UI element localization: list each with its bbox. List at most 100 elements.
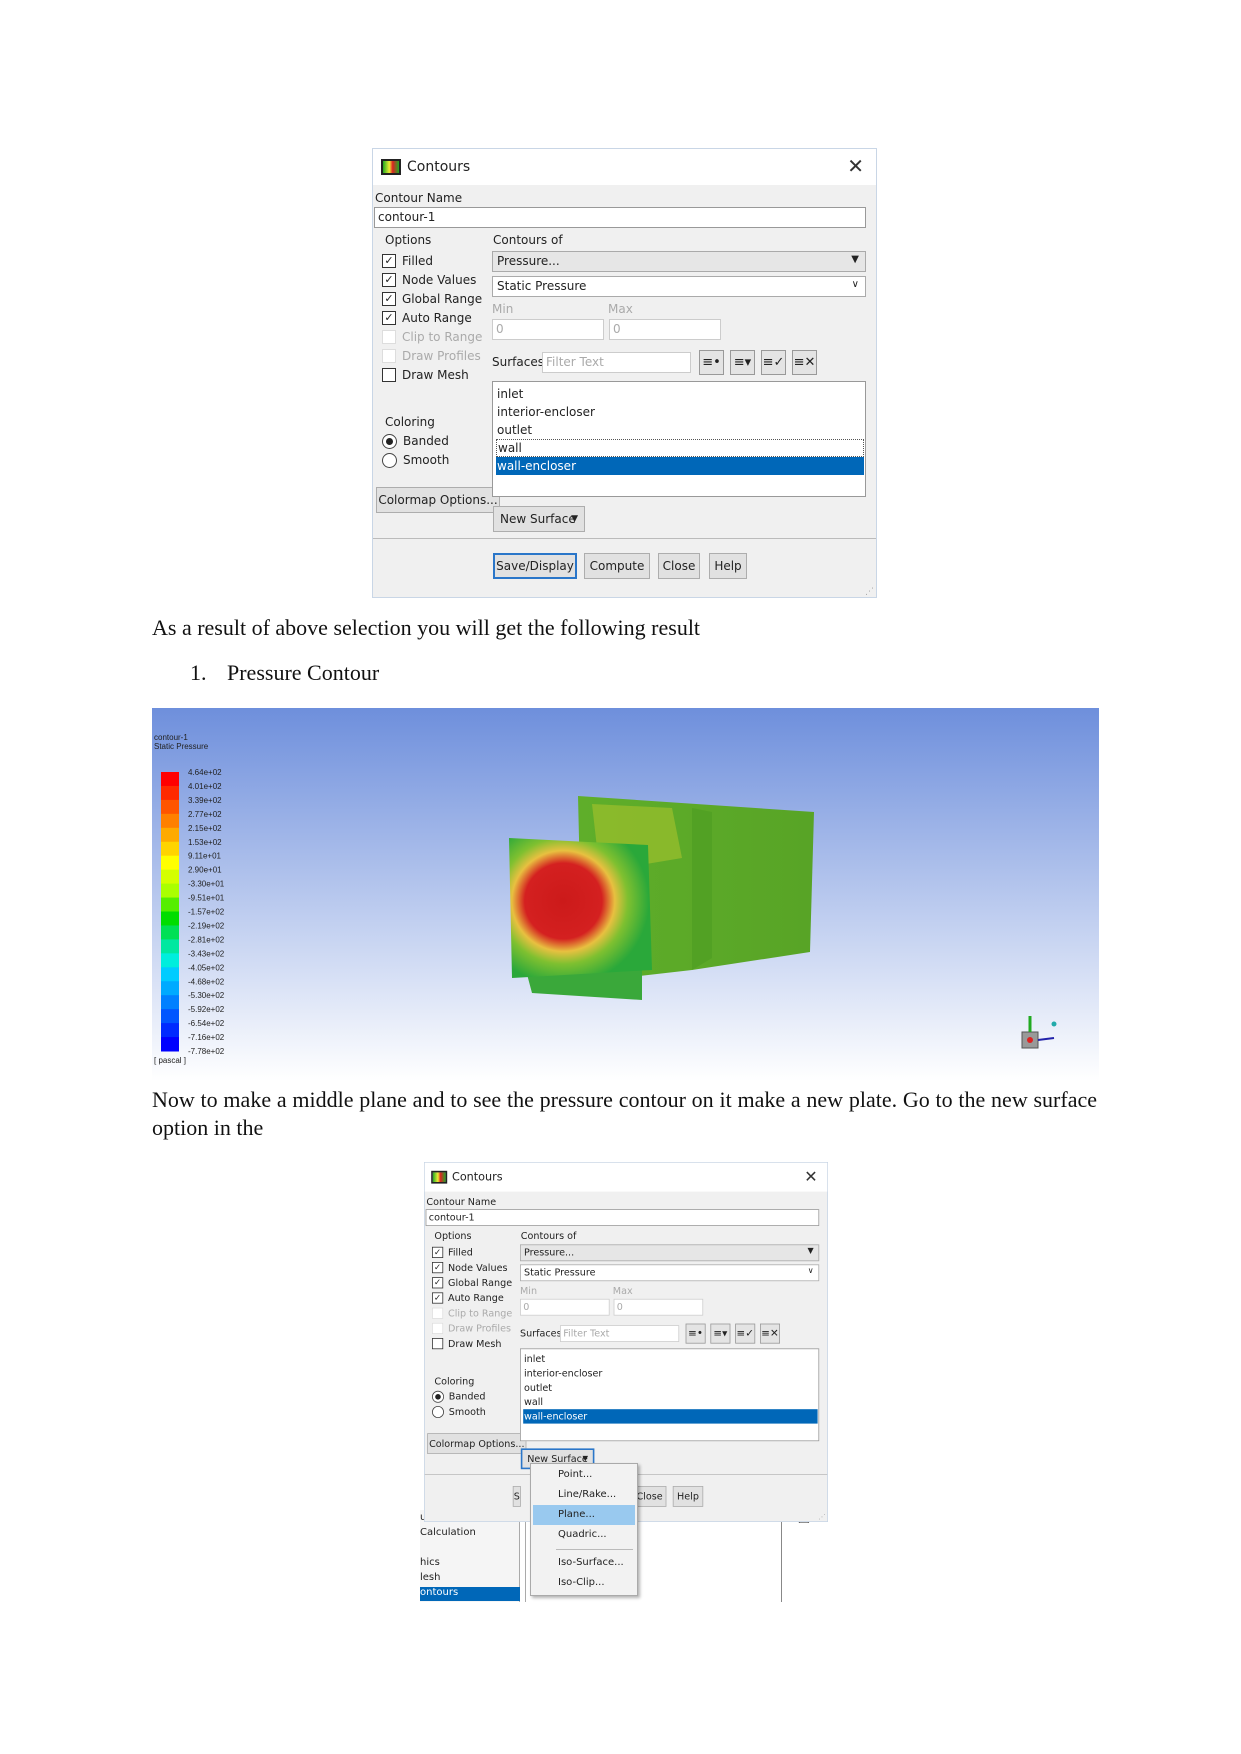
- sub-quantity-dropdown[interactable]: Static Pressure ∨: [492, 276, 866, 297]
- resize-grip-icon[interactable]: ⋰: [865, 587, 874, 597]
- contours-of-dropdown[interactable]: Pressure... ▼: [520, 1244, 820, 1262]
- checkbox-global-range[interactable]: ✓: [432, 1277, 444, 1289]
- checkbox-node-values[interactable]: ✓: [382, 273, 396, 287]
- legend-tick-label: 1.53e+02: [188, 838, 222, 847]
- surface-list-item[interactable]: outlet: [496, 421, 864, 439]
- checkbox-filled[interactable]: ✓: [382, 254, 396, 268]
- radio-smooth[interactable]: [432, 1406, 444, 1418]
- deselect-all-icon[interactable]: ≡✕: [792, 350, 817, 375]
- surfaces-list[interactable]: inlet interior-encloser outlet wall wall-enc…: [492, 381, 866, 497]
- checkbox-filled[interactable]: ✓: [432, 1246, 444, 1258]
- contour-name-input[interactable]: contour-1: [425, 1209, 820, 1226]
- legend-tick-label: -9.51e+01: [188, 894, 225, 903]
- legend-color-band: [161, 897, 179, 912]
- surface-list-item[interactable]: outlet: [523, 1380, 817, 1394]
- legend-tick-label: 2.77e+02: [188, 810, 222, 819]
- body-text-result: As a result of above selection you will …: [152, 615, 701, 640]
- tree-item[interactable]: lesh: [420, 1572, 520, 1586]
- menu-item-isoclip[interactable]: Iso-Clip...: [533, 1573, 635, 1593]
- menu-divider: [556, 1549, 633, 1550]
- surface-list-item[interactable]: interior-encloser: [523, 1366, 817, 1380]
- menu-item-quadric[interactable]: Quadric...: [533, 1525, 635, 1545]
- button-s[interactable]: S: [512, 1486, 521, 1507]
- max-label: Max: [608, 302, 633, 316]
- checkbox-clip-to-range: [432, 1307, 444, 1319]
- colormap-options-button[interactable]: Colormap Options...: [376, 487, 500, 513]
- surface-list-item[interactable]: wall-encloser: [496, 457, 864, 475]
- menu-item-plane[interactable]: Plane...: [533, 1505, 635, 1525]
- button-help[interactable]: Help: [672, 1486, 704, 1507]
- checkbox-label: Draw Profiles: [448, 1322, 511, 1334]
- checkbox-auto-range[interactable]: ✓: [382, 311, 396, 325]
- radio-banded[interactable]: [432, 1390, 444, 1403]
- filter-text-input[interactable]: Filter Text: [542, 352, 691, 373]
- filter-text-input[interactable]: Filter Text: [560, 1325, 680, 1342]
- close-icon[interactable]: ✕: [804, 1168, 817, 1184]
- surface-list-item[interactable]: inlet: [496, 385, 864, 403]
- surface-list-item[interactable]: wall-encloser: [523, 1409, 818, 1424]
- legend-tick-label: -2.19e+02: [188, 921, 225, 930]
- legend-color-band: [161, 967, 179, 982]
- radio-banded[interactable]: [382, 434, 397, 449]
- contours-of-dropdown[interactable]: Pressure... ▼: [492, 251, 866, 272]
- menu-item-linerake[interactable]: Line/Rake...: [533, 1485, 635, 1505]
- legend-color-band: [161, 981, 179, 996]
- contour-name-input[interactable]: contour-1: [374, 207, 866, 228]
- radio-label: Smooth: [403, 453, 450, 467]
- checkbox-auto-range[interactable]: ✓: [432, 1292, 444, 1304]
- contour-name-label: Contour Name: [375, 191, 463, 205]
- new-surface-filter-icon[interactable]: ≡•: [685, 1323, 706, 1344]
- surface-list-item[interactable]: inlet: [523, 1352, 817, 1366]
- resize-grip-icon[interactable]: ⋰: [818, 1513, 825, 1521]
- legend-color-band: [161, 799, 179, 815]
- tree-item[interactable]: hics: [420, 1557, 520, 1571]
- surface-list-item[interactable]: wall: [523, 1395, 817, 1409]
- min-input: 0: [520, 1298, 610, 1316]
- divider: [373, 538, 876, 539]
- select-dropdown-icon[interactable]: ≡▾: [730, 350, 755, 375]
- new-surface-button[interactable]: New Surface ▼: [493, 506, 585, 532]
- button-close[interactable]: Close: [658, 553, 700, 579]
- menu-item-point[interactable]: Point...: [533, 1465, 635, 1485]
- max-input: 0: [613, 1298, 704, 1316]
- colormap-options-button[interactable]: Colormap Options...: [427, 1433, 527, 1454]
- tree-item[interactable]: Calculation: [420, 1527, 520, 1541]
- checkbox-draw-mesh[interactable]: [382, 368, 396, 382]
- new-surface-filter-icon[interactable]: ≡•: [699, 350, 724, 375]
- checkbox-label: Node Values: [402, 273, 477, 287]
- radio-label: Smooth: [448, 1406, 486, 1418]
- options-label: Options: [385, 233, 432, 247]
- surfaces-list[interactable]: inlet interior-encloser outlet wall wall-enc…: [520, 1348, 820, 1442]
- dropdown-value: Static Pressure: [524, 1266, 596, 1278]
- radio-smooth[interactable]: [382, 453, 397, 468]
- select-all-icon[interactable]: ≡✓: [735, 1323, 756, 1344]
- caret-down-icon: ▼: [571, 514, 578, 524]
- sub-quantity-dropdown[interactable]: Static Pressure ∨: [520, 1264, 820, 1282]
- deselect-all-icon[interactable]: ≡✕: [760, 1323, 780, 1344]
- checkbox-draw-mesh[interactable]: [432, 1338, 444, 1350]
- button-savedisplay[interactable]: Save/Display: [493, 553, 577, 579]
- checkbox-node-values[interactable]: ✓: [432, 1262, 444, 1274]
- close-icon[interactable]: ✕: [847, 156, 864, 176]
- surface-list-item[interactable]: interior-encloser: [496, 403, 864, 421]
- legend-tick-label: -7.16e+02: [188, 1033, 225, 1042]
- tree-item[interactable]: ontours: [420, 1587, 520, 1601]
- caret-down-icon: ▼: [807, 1246, 814, 1256]
- legend-tick-label: 4.01e+02: [188, 782, 222, 791]
- checkbox-label: Node Values: [448, 1262, 508, 1274]
- checkbox-draw-profiles: [432, 1322, 444, 1334]
- surface-list-item[interactable]: wall: [496, 439, 864, 457]
- new-surface-menu: Point... Line/Rake... Plane... Quadric... Is…: [530, 1463, 638, 1596]
- select-dropdown-icon[interactable]: ≡▾: [710, 1323, 731, 1344]
- menu-item-isosurface[interactable]: Iso-Surface...: [533, 1553, 635, 1573]
- min-label: Min: [520, 1285, 538, 1297]
- dialog-title: Contours: [452, 1170, 503, 1184]
- checkbox-label: Clip to Range: [448, 1307, 513, 1319]
- legend-color-band: [161, 855, 179, 871]
- button-compute[interactable]: Compute: [584, 553, 650, 579]
- button-help[interactable]: Help: [709, 553, 747, 579]
- select-all-icon[interactable]: ≡✓: [761, 350, 786, 375]
- checkbox-label: Draw Mesh: [402, 368, 469, 382]
- min-input: 0: [492, 319, 604, 340]
- checkbox-global-range[interactable]: ✓: [382, 292, 396, 306]
